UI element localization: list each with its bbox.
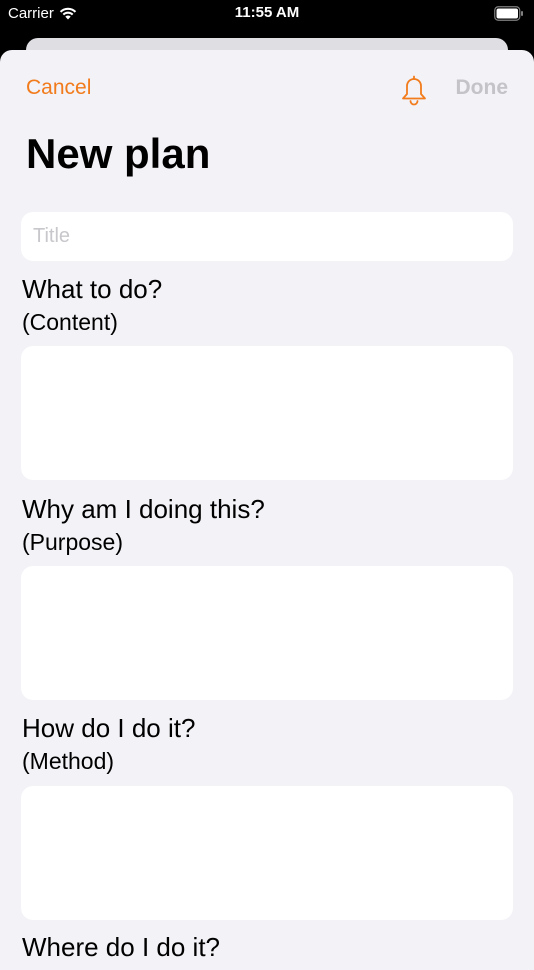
location-label: Where do I do it? [22, 932, 220, 962]
page-title: New plan [26, 130, 211, 177]
new-plan-sheet: Cancel Done New plan What to do? (Conten… [0, 50, 534, 970]
content-sublabel: (Content) [22, 309, 118, 335]
bell-icon[interactable] [398, 72, 430, 106]
method-sublabel: (Method) [22, 748, 115, 774]
content-textarea[interactable] [21, 346, 513, 480]
method-label: How do I do it? [22, 713, 196, 743]
status-bar: Carrier 11:55 AM [0, 0, 534, 30]
battery-icon [494, 6, 523, 21]
cancel-button[interactable]: Cancel [26, 76, 91, 100]
navigation-bar: Cancel Done [0, 50, 534, 126]
purpose-label: Why am I doing this? [22, 494, 265, 524]
content-label: What to do? [22, 274, 163, 304]
status-time: 11:55 AM [234, 4, 300, 21]
title-input[interactable] [21, 212, 513, 261]
purpose-textarea[interactable] [21, 566, 513, 700]
method-textarea[interactable] [21, 786, 513, 920]
done-button[interactable]: Done [456, 76, 509, 100]
purpose-sublabel: (Purpose) [22, 529, 123, 555]
